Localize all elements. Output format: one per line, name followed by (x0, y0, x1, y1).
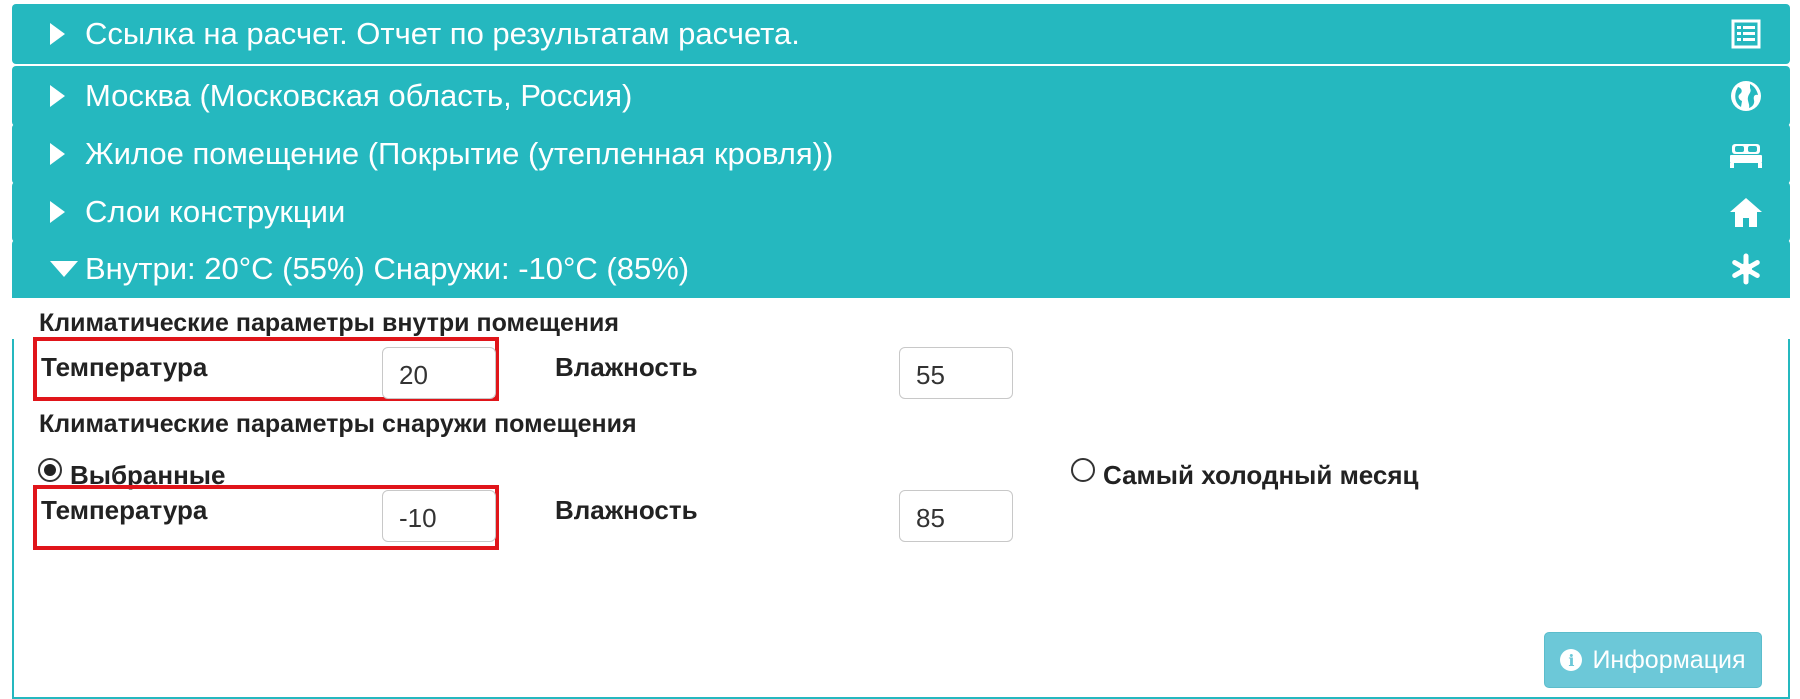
caret-right-icon (50, 23, 65, 45)
info-button[interactable]: i Информация (1544, 632, 1762, 688)
inside-temperature-label: Температура (41, 352, 208, 382)
inside-heading: Климатические параметры внутри помещения (39, 309, 619, 337)
bed-icon (1730, 144, 1762, 168)
option-coldest-label: Самый холодный месяц (1103, 460, 1419, 490)
caret-down-icon (50, 261, 78, 277)
caret-right-icon (50, 201, 65, 223)
panel-title: Ссылка на расчет. Отчет по результатам р… (85, 16, 800, 51)
snowflake-icon (1732, 253, 1760, 285)
home-icon (1730, 198, 1762, 227)
inside-temperature-input[interactable]: 20 (382, 347, 496, 399)
outside-humidity-label: Влажность (555, 495, 698, 525)
panel-room-type[interactable]: Жилое помещение (Покрытие (утепленная кр… (12, 124, 1790, 184)
outside-heading: Климатические параметры снаружи помещени… (39, 410, 637, 438)
globe-icon (1731, 81, 1761, 111)
radio-selected[interactable] (38, 458, 62, 482)
panel-climate[interactable]: Внутри: 20°C (55%) Снаружи: -10°C (85%) (12, 240, 1790, 298)
panel-title: Жилое помещение (Покрытие (утепленная кр… (85, 136, 834, 171)
page: Ссылка на расчет. Отчет по результатам р… (0, 0, 1800, 699)
list-icon (1731, 19, 1761, 49)
panel-location[interactable]: Москва (Московская область, Россия) (12, 66, 1790, 126)
caret-right-icon (50, 143, 65, 165)
panel-title: Москва (Московская область, Россия) (85, 78, 633, 113)
inside-humidity-input[interactable]: 55 (899, 347, 1013, 399)
panel-title: Внутри: 20°C (55%) Снаружи: -10°C (85%) (85, 251, 690, 286)
outside-humidity-input[interactable]: 85 (899, 490, 1013, 542)
caret-right-icon (50, 85, 65, 107)
inside-humidity-label: Влажность (555, 352, 698, 382)
info-icon: i (1560, 649, 1583, 671)
panel-title: Слои конструкции (85, 194, 346, 229)
outside-temperature-input[interactable]: -10 (382, 490, 496, 542)
outside-temperature-label: Температура (41, 495, 208, 525)
info-button-label: Информация (1592, 645, 1746, 674)
radio-coldest-month[interactable] (1071, 458, 1095, 482)
panel-layers[interactable]: Слои конструкции (12, 182, 1790, 242)
panel-report-link[interactable]: Ссылка на расчет. Отчет по результатам р… (12, 4, 1790, 64)
